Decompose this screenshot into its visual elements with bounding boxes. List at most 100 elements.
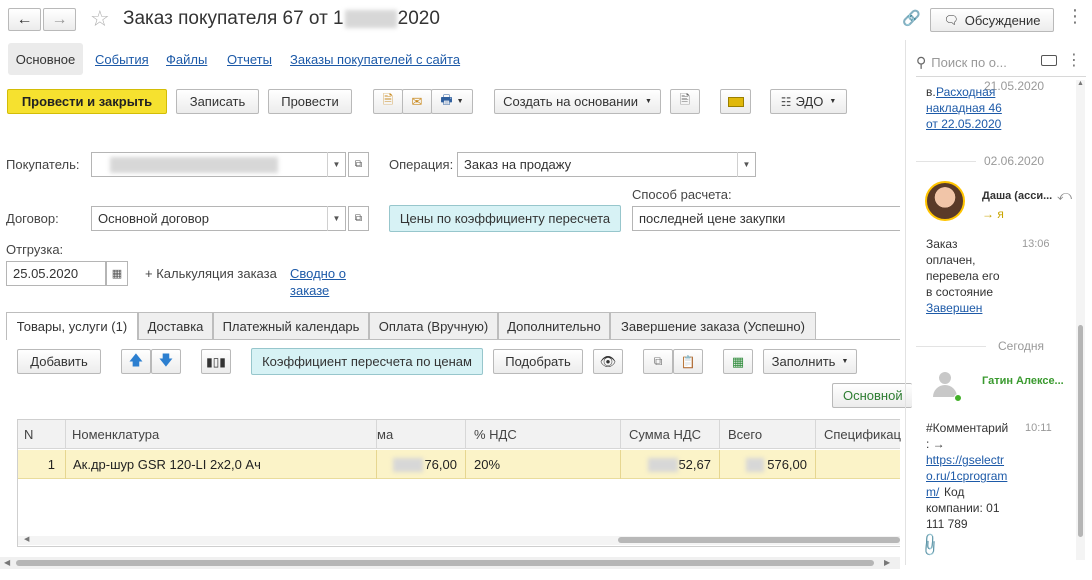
- message-link[interactable]: https://gselectr: [926, 453, 1004, 467]
- tab-files[interactable]: Файлы: [166, 52, 207, 67]
- calendar-button[interactable]: ▦: [106, 261, 128, 286]
- message-text: оплачен,: [926, 253, 976, 267]
- window-scroll-thumb[interactable]: [16, 560, 874, 566]
- tab-payment-manual[interactable]: Оплата (Вручную): [369, 312, 498, 339]
- email-button[interactable]: ✉: [402, 89, 432, 114]
- tab-underline: [138, 339, 900, 340]
- search-icon: ⚲: [916, 53, 927, 70]
- operation-dropdown-arrow[interactable]: ▼: [737, 152, 755, 177]
- arrow-up-icon: 🡅: [128, 351, 144, 368]
- message-text: Заказ: [926, 237, 958, 251]
- more-icon[interactable]: ⋮: [1066, 6, 1084, 27]
- main-button[interactable]: Основной: [832, 383, 912, 408]
- col-header-vat-pct[interactable]: % НДС: [466, 420, 621, 449]
- table-scroll-thumb[interactable]: [618, 537, 900, 543]
- edo-button[interactable]: ☷ ЭДО ▼: [770, 89, 847, 114]
- message-link[interactable]: o.ru/1cprogram: [926, 469, 1007, 483]
- sum-redacted: [393, 457, 424, 472]
- message-author[interactable]: Даша (асси...: [982, 190, 1052, 202]
- message-link[interactable]: Завершен: [926, 301, 982, 315]
- buyer-value-redacted: [110, 156, 278, 173]
- message-link[interactable]: m/: [926, 485, 939, 499]
- col-header-vat-sum[interactable]: Сумма НДС: [621, 420, 720, 449]
- price-coef-button[interactable]: Цены по коэффициенту пересчета: [389, 205, 621, 232]
- move-up-button[interactable]: 🡅: [121, 349, 151, 374]
- date-separator: 02.06.2020: [984, 154, 1045, 168]
- video-icon[interactable]: [1041, 55, 1057, 66]
- pick-button[interactable]: Подобрать: [493, 349, 583, 374]
- back-button[interactable]: ←: [8, 8, 41, 31]
- col-header-total[interactable]: Всего: [720, 420, 816, 449]
- coef-by-prices-button[interactable]: Коэффициент пересчета по ценам: [251, 348, 483, 375]
- tab-goods[interactable]: Товары, услуги (1): [6, 312, 138, 340]
- message-link[interactable]: от 22.05.2020: [926, 117, 1001, 131]
- chevron-down-icon: ▼: [332, 214, 341, 223]
- tab-events[interactable]: События: [95, 52, 149, 67]
- tab-delivery[interactable]: Доставка: [138, 312, 213, 339]
- scroll-up-arrow[interactable]: ▲: [1077, 80, 1084, 87]
- tab-site-orders[interactable]: Заказы покупателей с сайта: [290, 52, 460, 67]
- sidebar-scrollbar[interactable]: ▲: [1076, 80, 1085, 560]
- col-header-name[interactable]: Номенклатура: [66, 420, 377, 449]
- message-link[interactable]: Расходная: [936, 85, 995, 99]
- view-button[interactable]: 👁: [593, 349, 623, 374]
- operation-field[interactable]: Заказ на продажу: [457, 152, 756, 177]
- discuss-button[interactable]: 🗨 Обсуждение: [930, 8, 1054, 32]
- more-icon[interactable]: ⋮: [1066, 50, 1082, 70]
- window-scrollbar[interactable]: ◀ ▶: [0, 557, 900, 569]
- reply-icon[interactable]: ⤺: [1057, 187, 1072, 204]
- summary-link[interactable]: Сводно о: [290, 266, 346, 281]
- contract-dropdown-arrow[interactable]: ▼: [327, 206, 345, 231]
- link-icon[interactable]: 🔗: [902, 9, 921, 27]
- tab-main[interactable]: Основное: [8, 43, 83, 75]
- paste-button[interactable]: 📋: [673, 349, 703, 374]
- cash-register-button[interactable]: [720, 89, 751, 114]
- barcode-button[interactable]: ▮▯▮: [201, 349, 231, 374]
- create-based-button[interactable]: Создать на основании ▼: [494, 89, 661, 114]
- scroll-right-arrow[interactable]: ▶: [884, 558, 890, 567]
- message-link[interactable]: накладная 46: [926, 101, 1002, 115]
- buyer-field[interactable]: [91, 152, 346, 177]
- col-header-sum[interactable]: ма: [377, 420, 466, 449]
- contract-field[interactable]: Основной договор: [91, 206, 346, 231]
- barcode-icon: ▮▯▮: [206, 354, 226, 369]
- cell-spec: [816, 450, 900, 479]
- scroll-left-arrow[interactable]: ◀: [4, 558, 10, 567]
- tab-additional[interactable]: Дополнительно: [498, 312, 610, 339]
- buyer-dropdown-arrow[interactable]: ▼: [327, 152, 345, 177]
- add-button[interactable]: Добавить: [17, 349, 101, 374]
- tab-completion[interactable]: Завершение заказа (Успешно): [610, 312, 816, 339]
- fill-button[interactable]: Заполнить ▼: [763, 349, 857, 374]
- chevron-down-icon: ▼: [332, 160, 341, 169]
- message-author[interactable]: Гатин Алексе...: [982, 375, 1064, 387]
- table-scrollbar[interactable]: ◀: [18, 536, 900, 545]
- shipment-date-field[interactable]: 25.05.2020: [6, 261, 106, 286]
- scroll-left-arrow[interactable]: ◀: [24, 535, 29, 543]
- move-down-button[interactable]: 🡇: [151, 349, 181, 374]
- contract-open-button[interactable]: ⧉: [348, 206, 369, 231]
- doc-history-button[interactable]: 🗎: [373, 89, 403, 114]
- print-button[interactable]: 🖶 ▼: [431, 89, 473, 114]
- favorite-star-icon[interactable]: ☆: [90, 6, 110, 32]
- calendar-icon: ▦: [111, 268, 123, 280]
- col-header-n[interactable]: N: [18, 420, 66, 449]
- copy-button[interactable]: ⧉: [643, 349, 673, 374]
- message-time: 13:06: [1022, 238, 1050, 250]
- forward-button[interactable]: →: [43, 8, 76, 31]
- tab-reports[interactable]: Отчеты: [227, 52, 272, 67]
- save-button[interactable]: Записать: [176, 89, 259, 114]
- tab-payment-calendar[interactable]: Платежный календарь: [213, 312, 369, 339]
- calc-link[interactable]: + Калькуляция заказа: [145, 266, 277, 281]
- sidebar-scroll-thumb[interactable]: [1078, 325, 1083, 537]
- report-button[interactable]: 🖹: [670, 89, 700, 114]
- post-and-close-button[interactable]: Провести и закрыть: [7, 89, 167, 114]
- summary-link-2[interactable]: заказе: [290, 283, 329, 298]
- col-header-spec[interactable]: Спецификац: [816, 420, 901, 449]
- pay-method-field[interactable]: последней цене закупки: [632, 206, 900, 231]
- table-settings-button[interactable]: ▦: [723, 349, 753, 374]
- post-button[interactable]: Провести: [268, 89, 352, 114]
- paperclip-icon[interactable]: 📎: [916, 531, 944, 559]
- sidebar-search[interactable]: ⚲ Поиск по о...: [916, 50, 1034, 74]
- cell-vat-pct: 20%: [466, 450, 621, 479]
- buyer-open-button[interactable]: ⧉: [348, 152, 369, 177]
